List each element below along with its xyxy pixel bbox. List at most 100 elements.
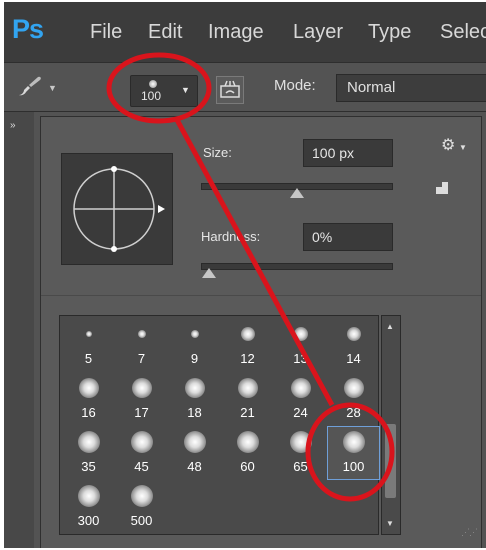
brush-tip-icon [289, 431, 312, 453]
size-label: Size: [203, 145, 232, 160]
brush-preset-28[interactable]: 28 [327, 372, 380, 426]
brush-tip-icon [183, 431, 206, 453]
menu-image[interactable]: Image [208, 21, 264, 44]
blend-mode-value: Normal [347, 79, 396, 96]
options-bar: ▼ 100 ▼ Mode: Normal [4, 62, 486, 112]
brush-tip-icon [184, 378, 205, 398]
hardness-input[interactable]: 0% [303, 223, 393, 251]
menu-type[interactable]: Type [368, 21, 411, 44]
brush-preset-16[interactable]: 16 [62, 372, 115, 426]
hardness-slider[interactable] [201, 263, 393, 278]
brush-preset-12[interactable]: 12 [221, 318, 274, 372]
scroll-up-icon[interactable]: ▲ [386, 322, 394, 331]
brush-preset-label: 13 [293, 351, 308, 366]
brush-preset-label: 60 [240, 459, 255, 474]
brush-preset-300[interactable]: 300 [62, 480, 115, 534]
brush-tip-icon [240, 327, 255, 341]
brush-preset-45[interactable]: 45 [115, 426, 168, 480]
brush-panel-icon [220, 80, 240, 98]
brush-preset-size: 100 [141, 89, 162, 103]
brush-preset-17[interactable]: 17 [115, 372, 168, 426]
brush-preset-48[interactable]: 48 [168, 426, 221, 480]
brush-tip-icon [77, 431, 100, 453]
size-slider[interactable] [201, 183, 393, 198]
preset-grid-scrollbar[interactable]: ▲ ▼ [381, 315, 401, 535]
brush-preset-label: 300 [77, 513, 100, 528]
new-preset-icon[interactable] [435, 181, 449, 195]
brush-tip-icon [290, 378, 311, 398]
brush-preset-9[interactable]: 9 [168, 318, 221, 372]
brush-preset-label: 100 [342, 459, 365, 474]
brush-tip-icon [85, 331, 92, 337]
brush-tip-preview-icon [149, 80, 157, 88]
gear-icon[interactable]: ⚙ [441, 135, 455, 155]
menu-file[interactable]: File [90, 21, 122, 44]
scroll-down-icon[interactable]: ▼ [386, 519, 394, 528]
brush-tip-icon [346, 327, 361, 341]
brush-preset-24[interactable]: 24 [274, 372, 327, 426]
brush-tip-icon [130, 485, 153, 507]
brush-preset-label: 48 [187, 459, 202, 474]
brush-preset-100[interactable]: 100 [327, 426, 380, 480]
expand-panel-icon[interactable]: » [10, 120, 16, 131]
brush-preset-label: 9 [190, 351, 199, 366]
brush-preset-label: 65 [293, 459, 308, 474]
brush-preset-5[interactable]: 5 [62, 318, 115, 372]
brush-preset-label: 12 [240, 351, 255, 366]
brush-tip-icon [78, 378, 99, 398]
brush-preset-7[interactable]: 7 [115, 318, 168, 372]
hardness-value: 0% [312, 229, 333, 245]
brush-preset-label: 35 [81, 459, 96, 474]
hardness-label: Hardness: [201, 229, 261, 244]
brush-preset-grid: 5 7 9 12 13 14 16 17 18 21 24 28 35 45 48 60 65 100 300 500 [59, 315, 380, 535]
chevron-down-icon[interactable]: ▼ [459, 143, 467, 152]
brush-tip-icon [237, 378, 258, 398]
hardness-slider-thumb[interactable] [202, 268, 216, 278]
brush-preset-label: 18 [187, 405, 202, 420]
resize-grip-icon[interactable]: ⋰⋰ [461, 527, 478, 538]
menu-layer[interactable]: Layer [293, 21, 343, 44]
brush-tool-icon[interactable] [16, 75, 44, 99]
brush-preset-13[interactable]: 13 [274, 318, 327, 372]
brush-panel-toggle-button[interactable] [216, 76, 244, 104]
chevron-down-icon: ▼ [181, 85, 190, 95]
brush-tip-icon [137, 330, 146, 338]
brush-preset-picker[interactable]: 100 ▼ [130, 75, 198, 107]
brush-preset-label: 14 [346, 351, 361, 366]
menu-edit[interactable]: Edit [148, 21, 182, 44]
scrollbar-thumb[interactable] [385, 424, 396, 498]
brush-preset-65[interactable]: 65 [274, 426, 327, 480]
brush-preset-label: 16 [81, 405, 96, 420]
brush-tip-icon [131, 378, 152, 398]
brush-tip-icon [342, 431, 365, 453]
brush-preset-14[interactable]: 14 [327, 318, 380, 372]
brush-preset-18[interactable]: 18 [168, 372, 221, 426]
brush-tip-icon [130, 431, 153, 453]
size-slider-thumb[interactable] [290, 188, 304, 198]
size-input[interactable]: 100 px [303, 139, 393, 167]
brush-preset-label: 24 [293, 405, 308, 420]
brush-preset-21[interactable]: 21 [221, 372, 274, 426]
brush-preset-label: 17 [134, 405, 149, 420]
brush-angle-roundness-preview[interactable] [61, 153, 173, 265]
photoshop-logo: Ps [12, 14, 44, 44]
blend-mode-select[interactable]: Normal [336, 74, 486, 102]
menu-select[interactable]: Selec [440, 21, 486, 44]
brush-preset-60[interactable]: 60 [221, 426, 274, 480]
brush-tip-icon [77, 485, 100, 507]
brush-preset-35[interactable]: 35 [62, 426, 115, 480]
brush-preset-picker-panel: Size: 100 px Hardness: 0% ⚙ ▼ 5 7 9 12 13 14 1… [40, 116, 482, 548]
brush-angle-widget [73, 166, 165, 252]
mode-label: Mode: [274, 77, 316, 94]
brush-preset-label: 500 [130, 513, 153, 528]
tool-preset-caret-icon[interactable]: ▼ [48, 83, 57, 93]
photoshop-window: Ps File Edit Image Layer Type Selec ▼ 10… [4, 2, 486, 548]
brush-preset-label: 45 [134, 459, 149, 474]
brush-preset-500[interactable]: 500 [115, 480, 168, 534]
tools-panel: » [4, 112, 34, 548]
brush-tip-icon [236, 431, 259, 453]
brush-preset-label: 7 [137, 351, 146, 366]
panel-divider [41, 295, 481, 296]
size-value: 100 px [312, 145, 355, 161]
brush-tip-icon [190, 330, 199, 338]
